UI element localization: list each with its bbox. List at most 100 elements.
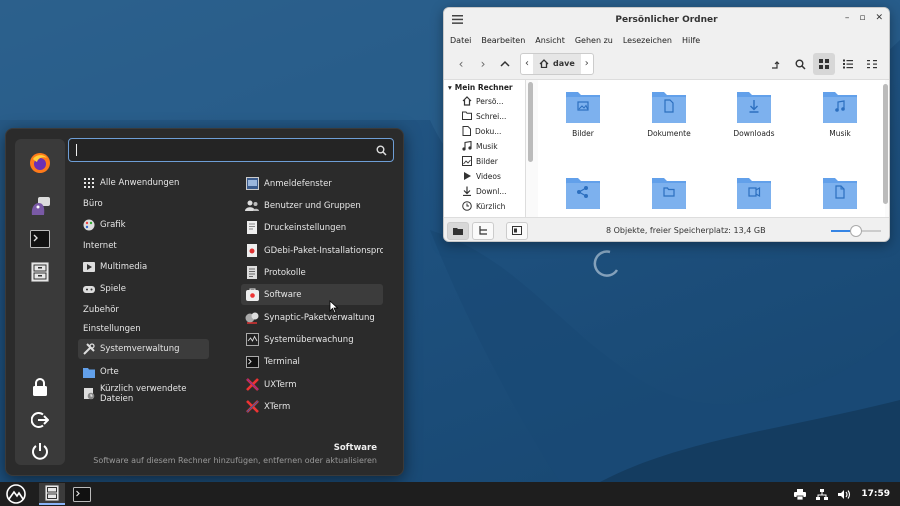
show-places-button[interactable] — [447, 221, 469, 240]
sidebar-place-item[interactable]: Videos — [444, 169, 525, 184]
sidebar-place-label: Doku... — [475, 127, 502, 136]
category-internet[interactable]: Internet — [78, 236, 209, 256]
folder-music-icon — [823, 92, 857, 123]
search-button[interactable] — [789, 53, 811, 75]
menu-launcher-button[interactable] — [3, 483, 29, 505]
icon-view-button[interactable] — [813, 53, 835, 75]
menu-hilfe[interactable]: Hilfe — [682, 36, 700, 45]
app-item[interactable]: Druckeinstellungen — [241, 217, 383, 238]
taskbar-file-manager[interactable] — [39, 483, 65, 505]
category-büro[interactable]: Büro — [78, 194, 209, 214]
app-item[interactable]: Protokolle — [241, 262, 383, 283]
compact-view-button[interactable] — [861, 53, 883, 75]
file-manager-window[interactable]: Persönlicher Ordner – ▫ ✕ Datei Bearbeit… — [443, 7, 890, 242]
folder-view-scrollbar[interactable] — [883, 84, 888, 204]
firefox-icon[interactable] — [28, 151, 52, 175]
sidebar-place-item[interactable]: Bilder — [444, 154, 525, 169]
app-item[interactable]: Anmeldefenster — [241, 173, 383, 194]
folder-item[interactable]: Dokumente — [634, 88, 704, 138]
sidebar-place-item[interactable]: Kürzlich — [444, 199, 525, 214]
minimize-icon[interactable]: – — [845, 13, 850, 23]
maximize-icon[interactable]: ▫ — [859, 13, 865, 23]
sidebar-place-label: Downl... — [476, 187, 507, 196]
search-input[interactable] — [68, 138, 394, 162]
menu-lesezeichen[interactable]: Lesezeichen — [623, 36, 672, 45]
title-bar[interactable]: Persönlicher Ordner – ▫ ✕ — [444, 8, 889, 32]
sidebar-place-item[interactable]: Downl... — [444, 184, 525, 199]
folder-item[interactable] — [805, 174, 875, 215]
menu-gehen-zu[interactable]: Gehen zu — [575, 36, 613, 45]
app-item[interactable]: Synaptic-Paketverwaltung — [241, 307, 383, 328]
category-label: Grafik — [100, 220, 126, 230]
sidebar-place-item[interactable]: Persö... — [444, 94, 525, 109]
folder-item[interactable] — [548, 174, 618, 215]
download-icon — [462, 186, 472, 198]
breadcrumb-home[interactable]: dave — [533, 53, 581, 74]
text-caret — [76, 144, 77, 156]
category-alle-anwendungen[interactable]: Alle Anwendungen — [78, 173, 209, 193]
folder-item[interactable] — [719, 174, 789, 215]
show-tree-button[interactable] — [472, 221, 494, 240]
breadcrumb-right-arrow[interactable]: › — [581, 58, 593, 69]
menu-bearbeiten[interactable]: Bearbeiten — [481, 36, 525, 45]
category-systemverwaltung[interactable]: Systemverwaltung — [78, 339, 209, 359]
file-cabinet-icon — [45, 485, 59, 501]
system-monitor-icon — [245, 333, 259, 347]
folder-image-icon — [566, 92, 600, 123]
zoom-slider[interactable] — [831, 225, 881, 237]
app-item[interactable]: Benutzer und Gruppen — [241, 195, 383, 216]
volume-icon[interactable] — [838, 489, 851, 500]
app-item[interactable]: Terminal — [241, 351, 383, 372]
folder-item[interactable] — [634, 174, 704, 215]
app-item[interactable]: UXTerm — [241, 374, 383, 395]
folder-item[interactable]: Downloads — [719, 88, 789, 138]
category-kürzlich-verwendete-dateien[interactable]: Kürzlich verwendete Dateien — [78, 384, 209, 404]
app-item[interactable]: Software — [241, 284, 383, 305]
toggle-sidebar-button[interactable] — [506, 221, 528, 240]
sidebar-place-item[interactable]: Schrei... — [444, 109, 525, 124]
zoom-knob[interactable] — [850, 225, 862, 237]
printer-icon[interactable] — [794, 488, 807, 500]
folder-item[interactable]: Bilder — [548, 88, 618, 138]
terminal-icon — [245, 355, 259, 369]
category-einstellungen[interactable]: Einstellungen — [78, 319, 209, 339]
file-cabinet-icon[interactable] — [28, 260, 52, 284]
category-label: Einstellungen — [83, 324, 141, 334]
lock-icon[interactable] — [28, 375, 52, 399]
forward-button[interactable]: › — [472, 53, 494, 75]
close-icon[interactable]: ✕ — [875, 13, 883, 23]
open-terminal-button[interactable] — [765, 53, 787, 75]
app-item[interactable]: GDebi-Paket-Installationsprog... — [241, 240, 383, 261]
sidebar-section-header[interactable]: ▾ Mein Rechner — [444, 80, 525, 94]
app-menu-logo-icon — [6, 484, 26, 504]
list-view-button[interactable] — [837, 53, 859, 75]
up-button[interactable] — [494, 53, 516, 75]
app-label: Druckeinstellungen — [264, 222, 347, 233]
breadcrumb-label: dave — [553, 59, 575, 68]
breadcrumb-left-arrow[interactable]: ‹ — [521, 58, 533, 69]
sidebar-scrollbar[interactable] — [528, 82, 533, 162]
menu-datei[interactable]: Datei — [450, 36, 471, 45]
sidebar-place-item[interactable]: Musik — [444, 139, 525, 154]
category-multimedia[interactable]: Multimedia — [78, 257, 209, 277]
back-button[interactable]: ‹ — [450, 53, 472, 75]
sidebar-place-item[interactable]: Doku... — [444, 124, 525, 139]
category-grafik[interactable]: Grafik — [78, 215, 209, 235]
category-spiele[interactable]: Spiele — [78, 279, 209, 299]
app-item[interactable]: XTerm — [241, 396, 383, 417]
hamburger-menu-icon[interactable] — [452, 15, 463, 27]
category-orte[interactable]: Orte — [78, 362, 209, 382]
logout-icon[interactable] — [28, 408, 52, 432]
power-icon[interactable] — [28, 439, 52, 463]
menu-ansicht[interactable]: Ansicht — [535, 36, 565, 45]
status-bar: 8 Objekte, freier Speicherplatz: 13,4 GB — [444, 217, 889, 241]
app-item[interactable]: Systemüberwachung — [241, 329, 383, 350]
app-label: Synaptic-Paketverwaltung — [264, 312, 375, 323]
network-icon[interactable] — [816, 488, 829, 500]
taskbar-terminal[interactable] — [69, 483, 95, 505]
category-zubehör[interactable]: Zubehör — [78, 300, 209, 320]
home-icon — [462, 95, 472, 108]
folder-item[interactable]: Musik — [805, 88, 875, 138]
pidgin-icon[interactable] — [28, 194, 52, 218]
terminal-icon[interactable] — [28, 227, 52, 251]
